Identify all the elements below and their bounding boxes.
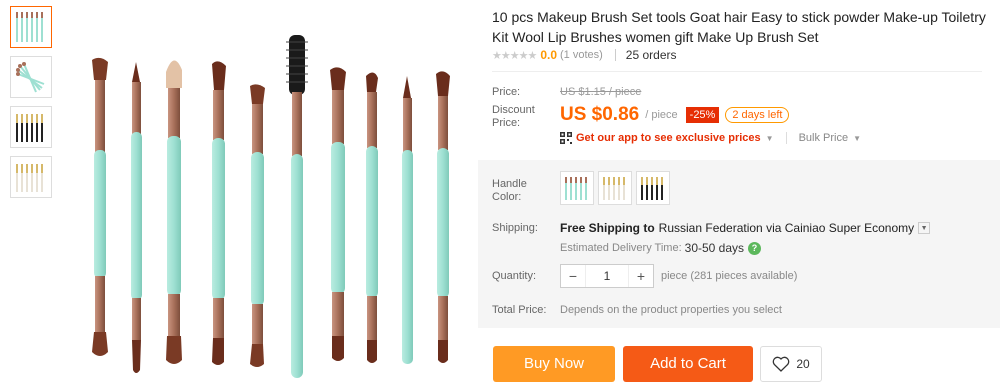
quantity-availability: piece (281 pieces available) xyxy=(661,270,798,282)
color-swatches xyxy=(560,171,670,205)
price-label: Price: xyxy=(492,86,521,98)
brush-6 xyxy=(286,35,308,378)
free-shipping-text: Free Shipping to xyxy=(560,221,655,235)
total-price-note: Depends on the product properties you se… xyxy=(560,304,782,316)
caret-down-icon[interactable]: ▼ xyxy=(766,134,774,143)
makeup-brushes-image xyxy=(92,35,450,378)
product-info-panel: 10 pcs Makeup Brush Set tools Goat hair … xyxy=(478,0,1000,390)
rating-row: ★★★★★ 0.0 (1 votes) 25 orders xyxy=(492,48,677,62)
current-price: US $0.86 xyxy=(560,104,640,125)
orders-count: 25 orders xyxy=(625,48,677,62)
divider xyxy=(492,71,982,72)
app-promo-row: Get our app to see exclusive prices ▼ Bu… xyxy=(560,132,861,144)
original-price: US $1.15 / piece xyxy=(560,86,642,98)
chevron-down-icon[interactable]: ▼ xyxy=(918,222,931,234)
brush-set-thumbnail xyxy=(16,12,43,42)
brush-9 xyxy=(402,76,413,364)
heart-icon xyxy=(772,356,790,372)
shipping-label: Shipping: xyxy=(492,222,538,234)
brush-7 xyxy=(330,67,346,361)
divider xyxy=(785,132,787,144)
qr-code-icon xyxy=(560,132,572,144)
thumbnail-4[interactable] xyxy=(10,156,52,198)
brush-4 xyxy=(212,61,226,365)
brush-5 xyxy=(250,84,265,367)
black-brush-thumbnail xyxy=(16,114,43,142)
help-icon[interactable]: ? xyxy=(748,241,762,255)
thumbnail-3[interactable] xyxy=(10,106,52,148)
mint-swatch-image xyxy=(565,177,587,200)
brush-3 xyxy=(166,60,182,364)
quantity-label: Quantity: xyxy=(492,270,537,282)
shipping-info: Free Shipping to Russian Federation via … xyxy=(560,221,931,235)
swatch-mint[interactable] xyxy=(560,171,594,205)
total-price-label: Total Price: xyxy=(492,304,547,316)
estimated-delivery-value: 30-50 days xyxy=(684,241,745,255)
thumbnail-1[interactable] xyxy=(10,6,52,48)
swatch-gold[interactable] xyxy=(598,171,632,205)
bulk-price-link[interactable]: Bulk Price xyxy=(799,132,849,144)
votes-link[interactable]: (1 votes) xyxy=(560,49,603,61)
black-swatch-image xyxy=(641,177,663,200)
main-product-image[interactable] xyxy=(62,0,477,390)
price-unit: / piece xyxy=(645,109,678,121)
increase-quantity-button[interactable]: + xyxy=(629,268,653,284)
product-title: 10 pcs Makeup Brush Set tools Goat hair … xyxy=(492,9,986,45)
brush-1 xyxy=(92,57,108,356)
brush-8 xyxy=(366,72,378,363)
brush-2 xyxy=(131,62,142,373)
estimated-delivery: Estimated Delivery Time: 30-50 days ? xyxy=(560,241,762,255)
rating-value: 0.0 xyxy=(540,48,557,62)
wishlist-count: 20 xyxy=(796,357,810,371)
white-brush-thumbnail xyxy=(16,164,43,192)
handle-color-label: Handle Color: xyxy=(492,178,527,203)
discount-price-label: Discount Price: xyxy=(492,104,535,129)
add-to-cart-button[interactable]: Add to Cart xyxy=(623,346,753,382)
estimated-delivery-label: Estimated Delivery Time: xyxy=(560,242,682,254)
gold-swatch-image xyxy=(603,177,625,200)
quantity-input[interactable]: 1 xyxy=(585,265,629,287)
current-price-row: US $0.86 / piece -25% 2 days left xyxy=(560,104,790,126)
quantity-stepper: − 1 + xyxy=(560,264,654,288)
brush-10 xyxy=(436,71,450,363)
brush-fan-thumbnail xyxy=(16,62,45,93)
wishlist-button[interactable]: 20 xyxy=(760,346,822,382)
divider xyxy=(614,49,616,61)
days-left-badge: 2 days left xyxy=(725,107,790,123)
buy-now-button[interactable]: Buy Now xyxy=(493,346,615,382)
shipping-destination[interactable]: Russian Federation via Cainiao Super Eco… xyxy=(659,221,914,235)
caret-down-icon[interactable]: ▼ xyxy=(853,134,861,143)
discount-badge: -25% xyxy=(685,107,720,123)
thumbnail-list xyxy=(10,6,54,206)
decrease-quantity-button[interactable]: − xyxy=(561,268,585,284)
thumbnail-2[interactable] xyxy=(10,56,52,98)
swatch-black[interactable] xyxy=(636,171,670,205)
app-promo-link[interactable]: Get our app to see exclusive prices xyxy=(576,132,761,144)
star-rating-icon[interactable]: ★★★★★ xyxy=(492,49,537,62)
